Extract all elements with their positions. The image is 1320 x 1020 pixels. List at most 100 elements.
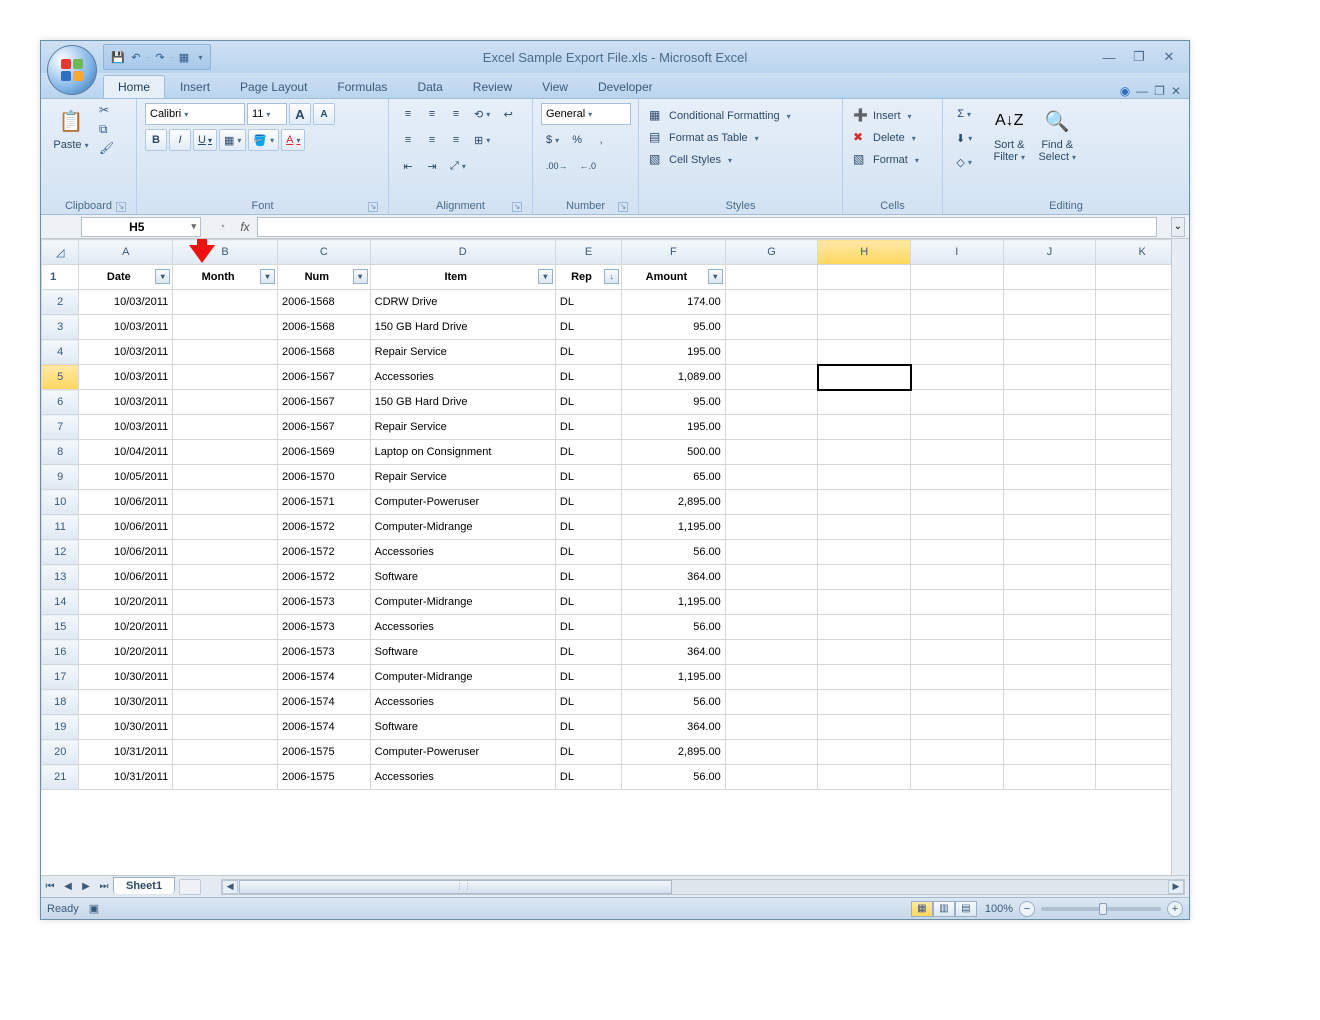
cell-F19[interactable]: 364.00: [622, 715, 726, 740]
cell-C2[interactable]: 2006-1568: [277, 290, 370, 315]
decrease-indent-button[interactable]: ⇤: [397, 155, 419, 177]
row-header-21[interactable]: 21: [42, 765, 79, 790]
row-header-13[interactable]: 13: [42, 565, 79, 590]
col-header-H[interactable]: H: [818, 240, 911, 265]
cell-J13[interactable]: [1003, 565, 1096, 590]
cell-D4[interactable]: Repair Service: [370, 340, 555, 365]
cell-H9[interactable]: [818, 465, 911, 490]
cell-F7[interactable]: 195.00: [622, 415, 726, 440]
percent-button[interactable]: %: [566, 129, 588, 151]
cell-I16[interactable]: [911, 640, 1004, 665]
tab-nav-next[interactable]: ▶: [77, 881, 95, 892]
cell-E8[interactable]: DL: [555, 440, 621, 465]
cell-I10[interactable]: [911, 490, 1004, 515]
cell-H16[interactable]: [818, 640, 911, 665]
cell-A4[interactable]: 10/03/2011: [79, 340, 173, 365]
conditional-formatting-button[interactable]: ▦Conditional Formatting: [647, 107, 793, 125]
comma-button[interactable]: ,: [590, 129, 612, 151]
filter-button-date[interactable]: ▾: [155, 269, 170, 284]
cell-A18[interactable]: 10/30/2011: [79, 690, 173, 715]
cell-A14[interactable]: 10/20/2011: [79, 590, 173, 615]
undo-icon[interactable]: ↶: [128, 49, 144, 65]
cell-B8[interactable]: [173, 440, 278, 465]
copy-icon[interactable]: ⧉: [99, 122, 115, 138]
dialog-launcher-icon[interactable]: ↘: [618, 202, 628, 212]
row-header-20[interactable]: 20: [42, 740, 79, 765]
cell-H3[interactable]: [818, 315, 911, 340]
cell-F3[interactable]: 95.00: [622, 315, 726, 340]
cell-C12[interactable]: 2006-1572: [277, 540, 370, 565]
filter-button-num[interactable]: ▾: [353, 269, 368, 284]
cell-A21[interactable]: 10/31/2011: [79, 765, 173, 790]
cell-A13[interactable]: 10/06/2011: [79, 565, 173, 590]
cell-F9[interactable]: 65.00: [622, 465, 726, 490]
row-header-3[interactable]: 3: [42, 315, 79, 340]
cell-H6[interactable]: [818, 390, 911, 415]
cell-C16[interactable]: 2006-1573: [277, 640, 370, 665]
cell-E11[interactable]: DL: [555, 515, 621, 540]
row-header-17[interactable]: 17: [42, 665, 79, 690]
cell-H17[interactable]: [818, 665, 911, 690]
font-size-input[interactable]: 11: [247, 103, 287, 125]
tab-review[interactable]: Review: [458, 75, 527, 98]
cell-I11[interactable]: [911, 515, 1004, 540]
cell-G10[interactable]: [725, 490, 818, 515]
font-color-button[interactable]: A: [281, 129, 305, 151]
cell-B16[interactable]: [173, 640, 278, 665]
number-format-input[interactable]: General: [541, 103, 631, 125]
mdi-restore-icon[interactable]: ❐: [1154, 84, 1165, 98]
cell-I2[interactable]: [911, 290, 1004, 315]
cell-H21[interactable]: [818, 765, 911, 790]
tab-insert[interactable]: Insert: [165, 75, 225, 98]
zoom-level[interactable]: 100%: [985, 903, 1013, 915]
cell-E20[interactable]: DL: [555, 740, 621, 765]
name-box[interactable]: H5 ▾: [81, 217, 201, 237]
cell-C3[interactable]: 2006-1568: [277, 315, 370, 340]
filter-button-month[interactable]: ▾: [260, 269, 275, 284]
cell-C13[interactable]: 2006-1572: [277, 565, 370, 590]
cell-D18[interactable]: Accessories: [370, 690, 555, 715]
cell-A6[interactable]: 10/03/2011: [79, 390, 173, 415]
bold-button[interactable]: B: [145, 129, 167, 151]
tab-nav-prev[interactable]: ◀: [59, 881, 77, 892]
col-header-C[interactable]: C: [277, 240, 370, 265]
cell-D7[interactable]: Repair Service: [370, 415, 555, 440]
cell-D21[interactable]: Accessories: [370, 765, 555, 790]
cell-B20[interactable]: [173, 740, 278, 765]
cell-I7[interactable]: [911, 415, 1004, 440]
cell-J21[interactable]: [1003, 765, 1096, 790]
cell-D19[interactable]: Software: [370, 715, 555, 740]
close-button[interactable]: ✕: [1159, 49, 1179, 65]
cell-A11[interactable]: 10/06/2011: [79, 515, 173, 540]
new-sheet-button[interactable]: [179, 879, 201, 895]
cell-E21[interactable]: DL: [555, 765, 621, 790]
cell-G3[interactable]: [725, 315, 818, 340]
cell-G21[interactable]: [725, 765, 818, 790]
cell-C18[interactable]: 2006-1574: [277, 690, 370, 715]
scroll-right-icon[interactable]: ▶: [1168, 880, 1184, 894]
cell-A8[interactable]: 10/04/2011: [79, 440, 173, 465]
cell-J16[interactable]: [1003, 640, 1096, 665]
col-header-F[interactable]: F: [622, 240, 726, 265]
col-header-G[interactable]: G: [725, 240, 818, 265]
cell-I15[interactable]: [911, 615, 1004, 640]
increase-decimal-button[interactable]: .00→: [541, 155, 573, 177]
cell-G20[interactable]: [725, 740, 818, 765]
cell-D2[interactable]: CDRW Drive: [370, 290, 555, 315]
cell-I8[interactable]: [911, 440, 1004, 465]
cell-J10[interactable]: [1003, 490, 1096, 515]
align-middle-button[interactable]: ≡: [421, 103, 443, 125]
cell-J6[interactable]: [1003, 390, 1096, 415]
format-painter-icon[interactable]: 🖌: [99, 141, 115, 157]
cell-J9[interactable]: [1003, 465, 1096, 490]
cell-B6[interactable]: [173, 390, 278, 415]
cell-A16[interactable]: 10/20/2011: [79, 640, 173, 665]
find-select-button[interactable]: 🔍 Find & Select: [1035, 103, 1079, 173]
cell-G11[interactable]: [725, 515, 818, 540]
cell-C15[interactable]: 2006-1573: [277, 615, 370, 640]
dialog-launcher-icon[interactable]: ↘: [116, 202, 126, 212]
cell[interactable]: [911, 265, 1004, 290]
row-header-7[interactable]: 7: [42, 415, 79, 440]
minimize-button[interactable]: —: [1099, 49, 1119, 65]
cell-E18[interactable]: DL: [555, 690, 621, 715]
